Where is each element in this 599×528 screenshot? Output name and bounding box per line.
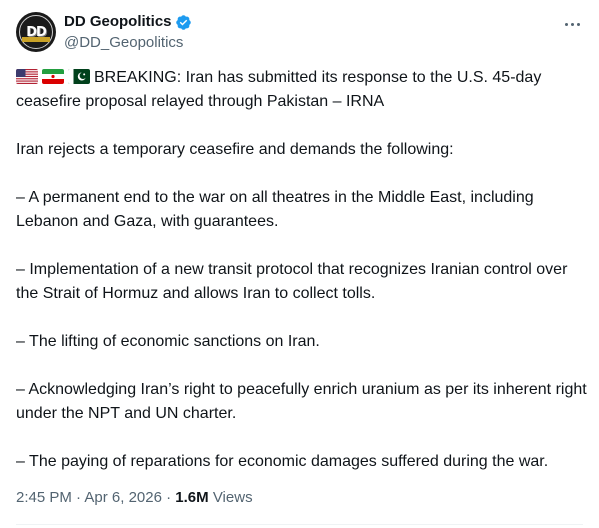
meta-separator: · — [161, 489, 176, 506]
divider — [16, 524, 583, 525]
tweet-card: DD DD Geopolitics @DD_Geopolitics BREAKI… — [0, 0, 599, 528]
headline-text: BREAKING: Iran has submitted its respons… — [16, 69, 542, 110]
meta-separator: · — [71, 489, 85, 506]
verified-badge-icon — [175, 14, 192, 31]
demand-item: – Acknowledging Iran’s right to peaceful… — [16, 381, 587, 422]
tweet-time[interactable]: 2:45 PM — [16, 489, 72, 506]
tweet-text: BREAKING: Iran has submitted its respons… — [16, 66, 591, 474]
more-options-button[interactable] — [558, 12, 586, 36]
avatar[interactable]: DD — [16, 12, 56, 52]
avatar-band — [22, 37, 50, 42]
tweet-headline: BREAKING: Iran has submitted its respons… — [16, 66, 591, 114]
tweet-date[interactable]: Apr 6, 2026 — [84, 489, 162, 506]
tweet-intro: Iran rejects a temporary ceasefire and d… — [16, 141, 454, 158]
demand-item: – Implementation of a new transit protoc… — [16, 261, 568, 302]
tweet-meta: 2:45 PM · Apr 6, 2026 · 1.6M Views — [16, 488, 253, 508]
views-label: Views — [208, 489, 253, 506]
views-count: 1.6M — [175, 489, 209, 506]
demand-item: – The lifting of economic sanctions on I… — [16, 333, 320, 350]
more-horizontal-icon — [564, 22, 568, 26]
iran-flag-icon — [42, 69, 64, 84]
author-name-line: DD Geopolitics — [64, 12, 192, 32]
pakistan-flag-icon — [68, 69, 90, 84]
demand-item: – A permanent end to the war on all thea… — [16, 189, 534, 230]
author-handle[interactable]: @DD_Geopolitics — [64, 33, 183, 52]
us-flag-icon — [16, 69, 38, 84]
demand-item: – The paying of reparations for economic… — [16, 453, 549, 470]
avatar-ring: DD — [19, 15, 53, 49]
author-display-name[interactable]: DD Geopolitics — [64, 12, 172, 32]
